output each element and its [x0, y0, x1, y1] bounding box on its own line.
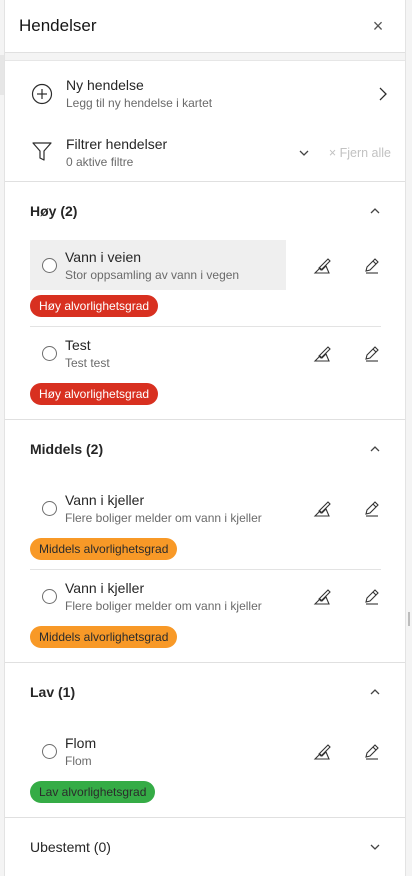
close-icon[interactable]: ×	[367, 15, 389, 37]
select-radio[interactable]	[42, 743, 57, 759]
group-title: Ubestemt (0)	[30, 839, 111, 855]
incident-title: Vann i kjeller	[65, 579, 145, 596]
severity-badge: Høy alvorlighetsgrad	[30, 383, 159, 405]
group-title: Høy (2)	[30, 203, 78, 219]
group-header-medium[interactable]: Middels (2)	[5, 420, 405, 478]
filter-icon	[32, 142, 52, 161]
incident-actions	[283, 587, 381, 606]
incident-text: Vann i kjeller Flere boliger melder om v…	[65, 492, 295, 525]
incident-item[interactable]: Test Test test Høy alvorlighetsgrad	[30, 328, 381, 405]
incident-item[interactable]: Flom Flom Lav alvorlighetsgrad	[30, 726, 381, 803]
panel-header: Hendelser ×	[5, 0, 405, 53]
new-incident-title: Ny hendelse	[66, 77, 144, 93]
incidents-panel: Hendelser × Ny hendelse Legg til ny hend…	[4, 0, 406, 876]
edit-location-icon[interactable]	[313, 742, 332, 761]
severity-badge: Middels alvorlighetsgrad	[30, 538, 178, 560]
incident-title: Test	[65, 336, 91, 353]
filter-tools: × Fjern alle	[297, 146, 391, 160]
clear-filters-button[interactable]: × Fjern alle	[329, 146, 391, 160]
pencil-icon[interactable]	[362, 587, 381, 606]
incident-description: Stor oppsamling av vann i vegen	[65, 267, 240, 282]
incident-description: Flom	[65, 753, 92, 768]
severity-badge: Middels alvorlighetsgrad	[30, 626, 178, 648]
edit-location-icon[interactable]	[313, 256, 332, 275]
incident-item[interactable]: Vann i veien Stor oppsamling av vann i v…	[30, 240, 381, 317]
chevron-down-icon[interactable]	[297, 146, 311, 160]
incident-description: Flere boliger melder om vann i kjeller	[65, 510, 262, 525]
header-gap	[5, 53, 405, 61]
incident-item[interactable]: Vann i kjeller Flere boliger melder om v…	[30, 483, 381, 560]
incident-description: Test test	[65, 355, 110, 370]
item-divider	[30, 326, 381, 327]
pencil-icon[interactable]	[362, 499, 381, 518]
select-radio[interactable]	[42, 500, 57, 516]
incident-text: Vann i veien Stor oppsamling av vann i v…	[65, 249, 286, 282]
incident-actions	[283, 742, 381, 761]
group-title: Middels (2)	[30, 441, 104, 457]
group-header-undetermined[interactable]: Ubestemt (0)	[5, 818, 405, 876]
panel-title: Hendelser	[19, 16, 97, 35]
incident-description: Flere boliger melder om vann i kjeller	[65, 598, 262, 613]
incident-title: Vann i kjeller	[65, 491, 145, 508]
severity-badge: Lav alvorlighetsgrad	[30, 781, 156, 803]
resize-handle[interactable]	[408, 612, 410, 626]
pencil-icon[interactable]	[362, 256, 381, 275]
select-radio[interactable]	[42, 345, 57, 361]
item-divider	[30, 569, 381, 570]
group-title: Lav (1)	[30, 684, 76, 700]
new-incident-subtitle: Legg til ny hendelse i kartet	[66, 96, 213, 110]
incident-title: Flom	[65, 734, 97, 751]
chevron-right-icon	[379, 87, 387, 100]
select-radio[interactable]	[42, 257, 57, 273]
new-incident-button[interactable]: Ny hendelse Legg til ny hendelse i karte…	[5, 61, 405, 126]
chevron-up-icon	[370, 446, 380, 452]
group-header-high[interactable]: Høy (2)	[5, 182, 405, 240]
select-radio[interactable]	[42, 588, 57, 604]
incident-actions	[283, 499, 381, 518]
incident-text: Flom Flom	[65, 735, 295, 768]
pencil-icon[interactable]	[362, 742, 381, 761]
chevron-up-icon	[370, 689, 380, 695]
edit-location-icon[interactable]	[313, 587, 332, 606]
incident-title: Vann i veien	[65, 248, 142, 265]
filter-title: Filtrer hendelser	[66, 136, 168, 152]
incident-text: Vann i kjeller Flere boliger melder om v…	[65, 580, 295, 613]
incident-item[interactable]: Vann i kjeller Flere boliger melder om v…	[30, 571, 381, 648]
edit-location-icon[interactable]	[313, 344, 332, 363]
edit-location-icon[interactable]	[313, 499, 332, 518]
chevron-up-icon	[370, 208, 380, 214]
pencil-icon[interactable]	[362, 344, 381, 363]
group-header-low[interactable]: Lav (1)	[5, 663, 405, 721]
filter-section: Filtrer hendelser 0 aktive filtre × Fjer…	[5, 126, 405, 181]
incident-actions	[283, 344, 381, 363]
incident-actions	[283, 256, 381, 275]
filter-toggle[interactable]: Filtrer hendelser 0 aktive filtre	[66, 136, 297, 169]
new-incident-text: Ny hendelse Legg til ny hendelse i karte…	[66, 77, 375, 110]
chevron-down-icon	[370, 844, 380, 850]
incident-item-body: Vann i veien Stor oppsamling av vann i v…	[30, 240, 286, 290]
filter-subtitle: 0 aktive filtre	[66, 155, 134, 169]
add-circle-icon	[31, 83, 53, 104]
incident-text: Test Test test	[65, 337, 295, 370]
severity-badge: Høy alvorlighetsgrad	[30, 295, 159, 317]
